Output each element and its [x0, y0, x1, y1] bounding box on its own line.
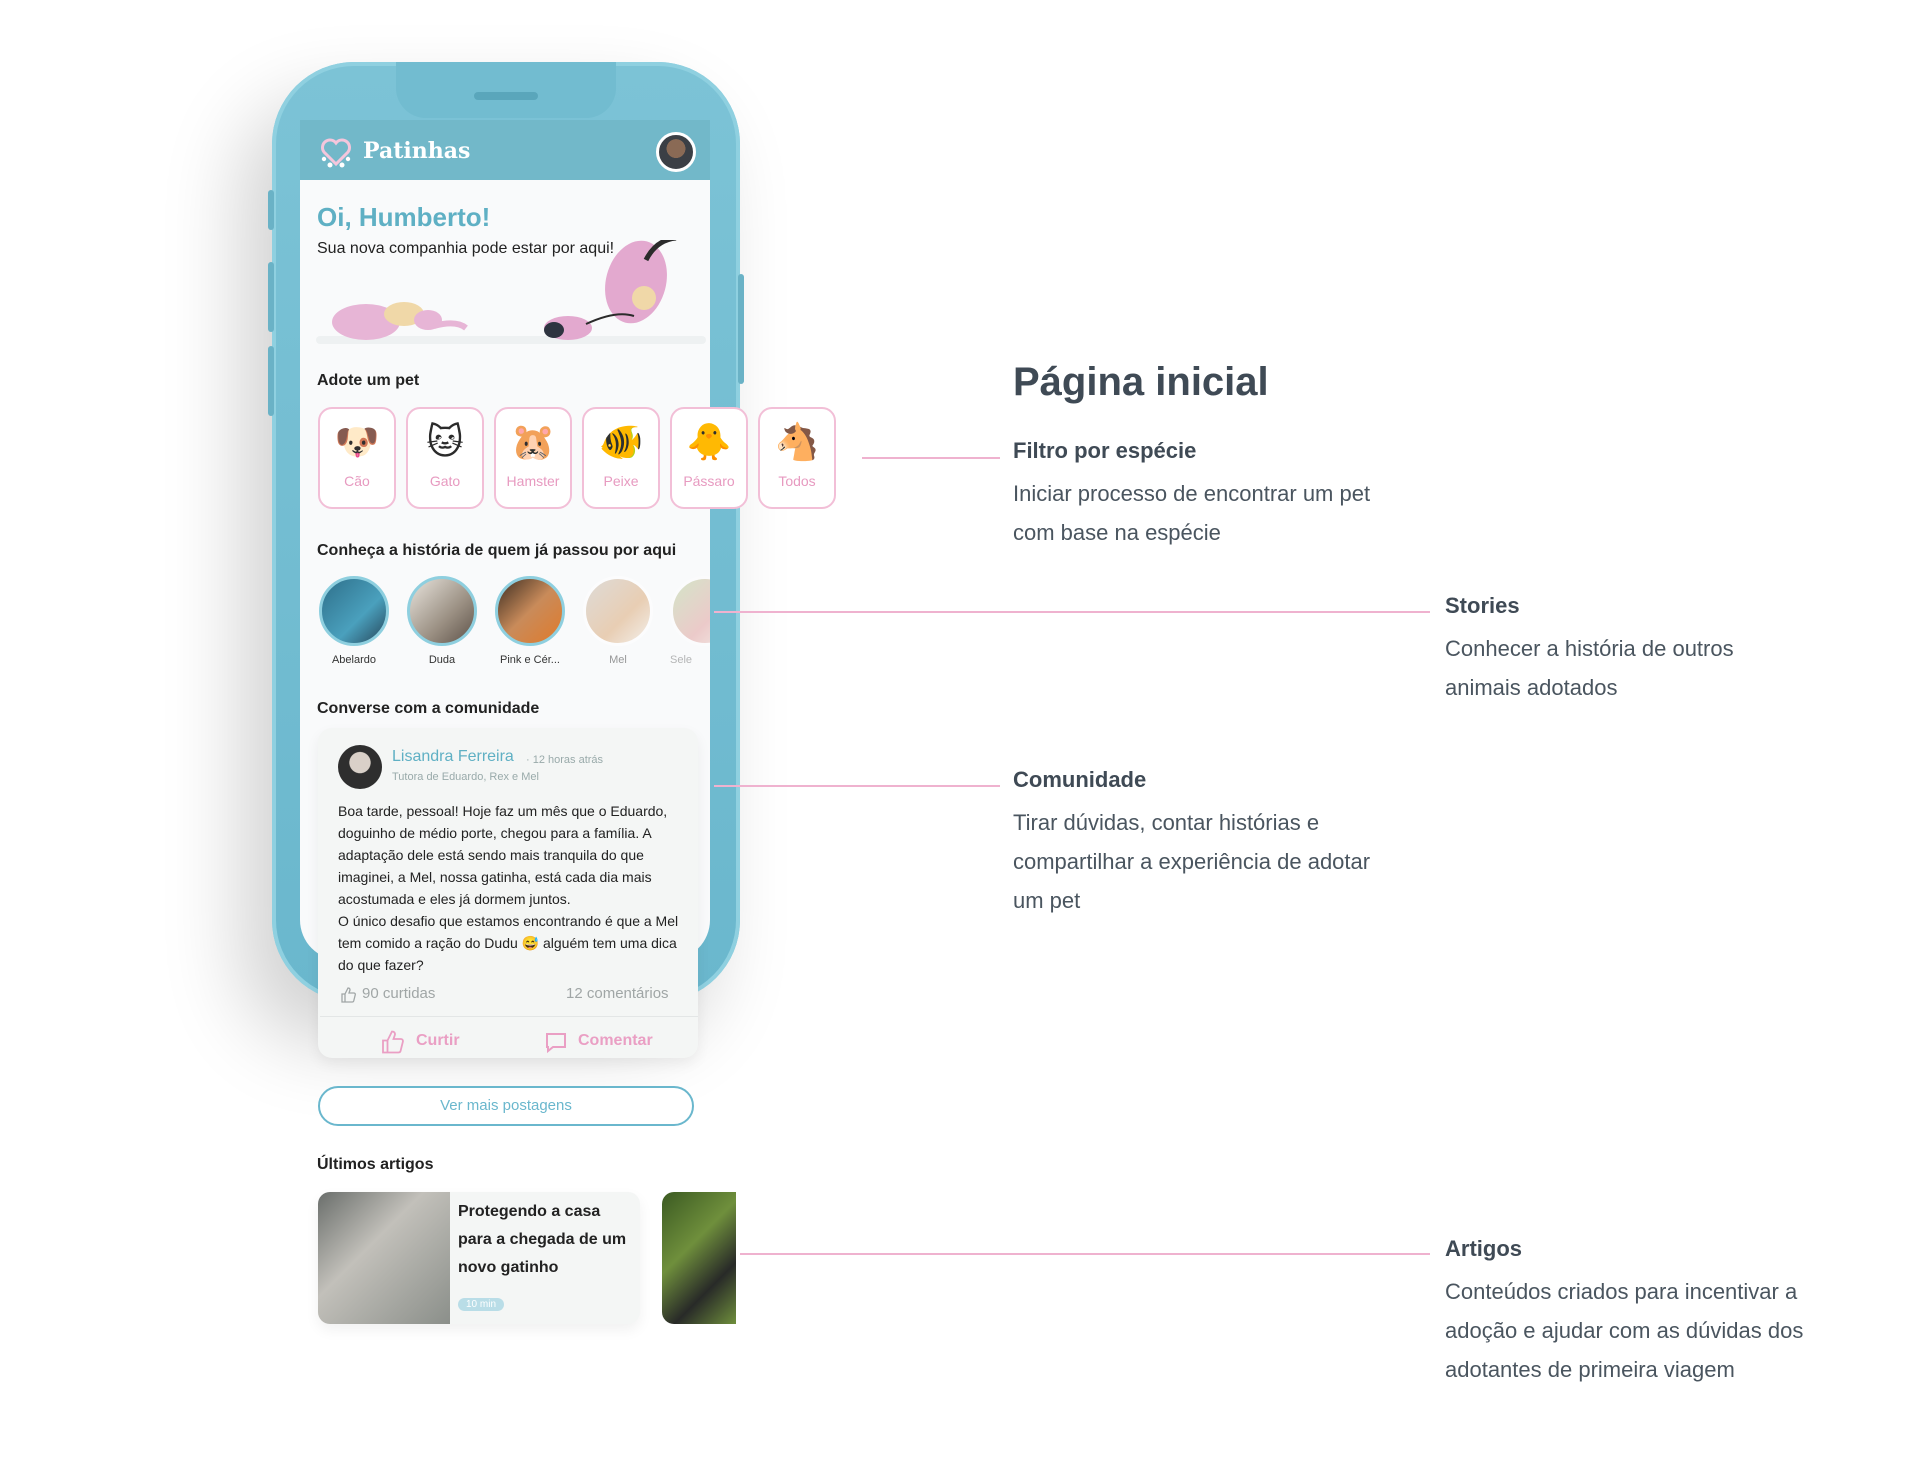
story-avatar: [670, 576, 710, 646]
like-button[interactable]: Curtir: [380, 1030, 480, 1056]
story-name: Duda: [428, 654, 456, 666]
articles-section-title: Últimos artigos: [317, 1156, 434, 1173]
story-item[interactable]: Sele: [670, 576, 710, 666]
reading-time-badge: 10 min: [458, 1298, 505, 1311]
species-filter-dog[interactable]: 🐶 Cão: [318, 407, 396, 509]
thumbs-up-icon: [341, 987, 356, 1003]
pets-illustration: [316, 240, 706, 344]
annotation-stories-title: Stories: [1445, 593, 1520, 618]
greeting-title: Oi, Humberto!: [317, 202, 491, 232]
article-thumbnail[interactable]: [662, 1192, 736, 1324]
post-body: Boa tarde, pessoal! Hoje faz um mês que …: [338, 800, 683, 976]
annotation-page-title: Página inicial: [1013, 360, 1269, 404]
article-title: Protegendo a casa para a chegada de um n…: [458, 1203, 627, 1276]
post-body-paragraph: O único desafio que estamos encontrando …: [338, 913, 679, 973]
app-bar: [300, 120, 710, 180]
community-section-title: Converse com a comunidade: [317, 700, 540, 717]
species-label: Cão: [344, 473, 370, 489]
annotation-articles-text: Conteúdos criados para incentivar a: [1445, 1279, 1798, 1304]
annotation-connector: [714, 611, 1430, 613]
bird-icon: 🐥: [686, 422, 732, 463]
comment-button[interactable]: Comentar: [544, 1030, 674, 1056]
cat-icon: 🐱: [426, 422, 464, 463]
story-name: Mel: [609, 654, 627, 666]
species-label: Peixe: [603, 473, 639, 489]
post-author-name[interactable]: Lisandra Ferreira: [392, 748, 514, 766]
annotation-community-text: um pet: [1013, 888, 1081, 913]
annotation-connector: [714, 785, 1000, 787]
story-avatar: [407, 576, 477, 646]
phone-side-button: [268, 190, 274, 230]
species-filter-fish[interactable]: 🐠 Peixe: [582, 407, 660, 509]
like-button-label: Curtir: [416, 1032, 460, 1049]
likes-count: 90 curtidas: [362, 985, 436, 1002]
story-name: Sele: [670, 654, 693, 666]
phone-speaker: [474, 92, 538, 100]
comment-button-label: Comentar: [578, 1032, 653, 1049]
story-avatar: [319, 576, 389, 646]
annotation-stories-text: animais adotados: [1445, 675, 1618, 700]
species-filter-bird[interactable]: 🐥 Pássaro: [670, 407, 748, 509]
species-filter-all[interactable]: 🐴 Todos: [758, 407, 836, 509]
species-label: Hamster: [506, 473, 560, 489]
species-filter-cat[interactable]: 🐱 Gato: [406, 407, 484, 509]
phone-power-button: [738, 274, 744, 384]
post-timestamp: · 12 horas atrás: [526, 754, 604, 766]
post-author-avatar[interactable]: [338, 745, 382, 789]
stories-section-title: Conheça a história de quem já passou por…: [317, 542, 677, 559]
comment-icon: [546, 1033, 566, 1054]
post-divider: [320, 1016, 698, 1017]
annotation-filter-title: Filtro por espécie: [1013, 438, 1197, 463]
fish-icon: 🐠: [598, 422, 644, 463]
annotation-connector: [862, 457, 1000, 459]
user-avatar[interactable]: [656, 132, 696, 172]
phone-volume-up: [268, 262, 274, 332]
story-item[interactable]: Mel: [582, 576, 654, 666]
story-name: Pink e Cér...: [500, 654, 560, 666]
story-item[interactable]: Duda: [406, 576, 478, 666]
annotation-articles-text: adoção e ajudar com as dúvidas dos: [1445, 1318, 1804, 1343]
adopt-section-title: Adote um pet: [317, 372, 420, 389]
article-thumbnail: [318, 1192, 450, 1324]
species-label: Pássaro: [683, 473, 735, 489]
annotation-community-text: compartilhar a experiência de adotar: [1013, 849, 1371, 874]
story-avatar: [583, 576, 653, 646]
story-item[interactable]: Pink e Cér...: [494, 576, 566, 666]
annotation-filter-text: com base na espécie: [1013, 520, 1221, 545]
paw-heart-logo-icon: [321, 138, 351, 168]
annotation-articles-text: adotantes de primeira viagem: [1445, 1357, 1735, 1382]
post-body-paragraph: Boa tarde, pessoal! Hoje faz um mês que …: [338, 803, 668, 907]
app-title: Patinhas: [363, 138, 471, 164]
annotation-articles-title: Artigos: [1445, 1236, 1522, 1261]
species-label: Todos: [778, 473, 816, 489]
horse-icon: 🐴: [774, 422, 820, 463]
dog-icon: 🐶: [334, 422, 380, 463]
phone-volume-down: [268, 346, 274, 416]
story-item[interactable]: Abelardo: [318, 576, 390, 666]
annotation-community-title: Comunidade: [1013, 767, 1147, 792]
annotation-connector: [740, 1253, 1430, 1255]
species-filter-hamster[interactable]: 🐹 Hamster: [494, 407, 572, 509]
annotation-stories-text: Conhecer a história de outros: [1445, 636, 1734, 661]
annotation-filter-text: Iniciar processo de encontrar um pet: [1013, 481, 1371, 506]
story-avatar: [495, 576, 565, 646]
phone-notch: [396, 62, 616, 118]
comments-count[interactable]: 12 comentários: [566, 985, 669, 1002]
post-author-role: Tutora de Eduardo, Rex e Mel: [392, 771, 539, 783]
hamster-icon: 🐹: [510, 422, 556, 463]
annotation-community-text: Tirar dúvidas, contar histórias e: [1013, 810, 1320, 835]
species-label: Gato: [429, 473, 461, 489]
thumbs-up-icon: [382, 1030, 404, 1054]
more-posts-button[interactable]: Ver mais postagens: [318, 1086, 694, 1126]
story-name: Abelardo: [331, 654, 377, 666]
